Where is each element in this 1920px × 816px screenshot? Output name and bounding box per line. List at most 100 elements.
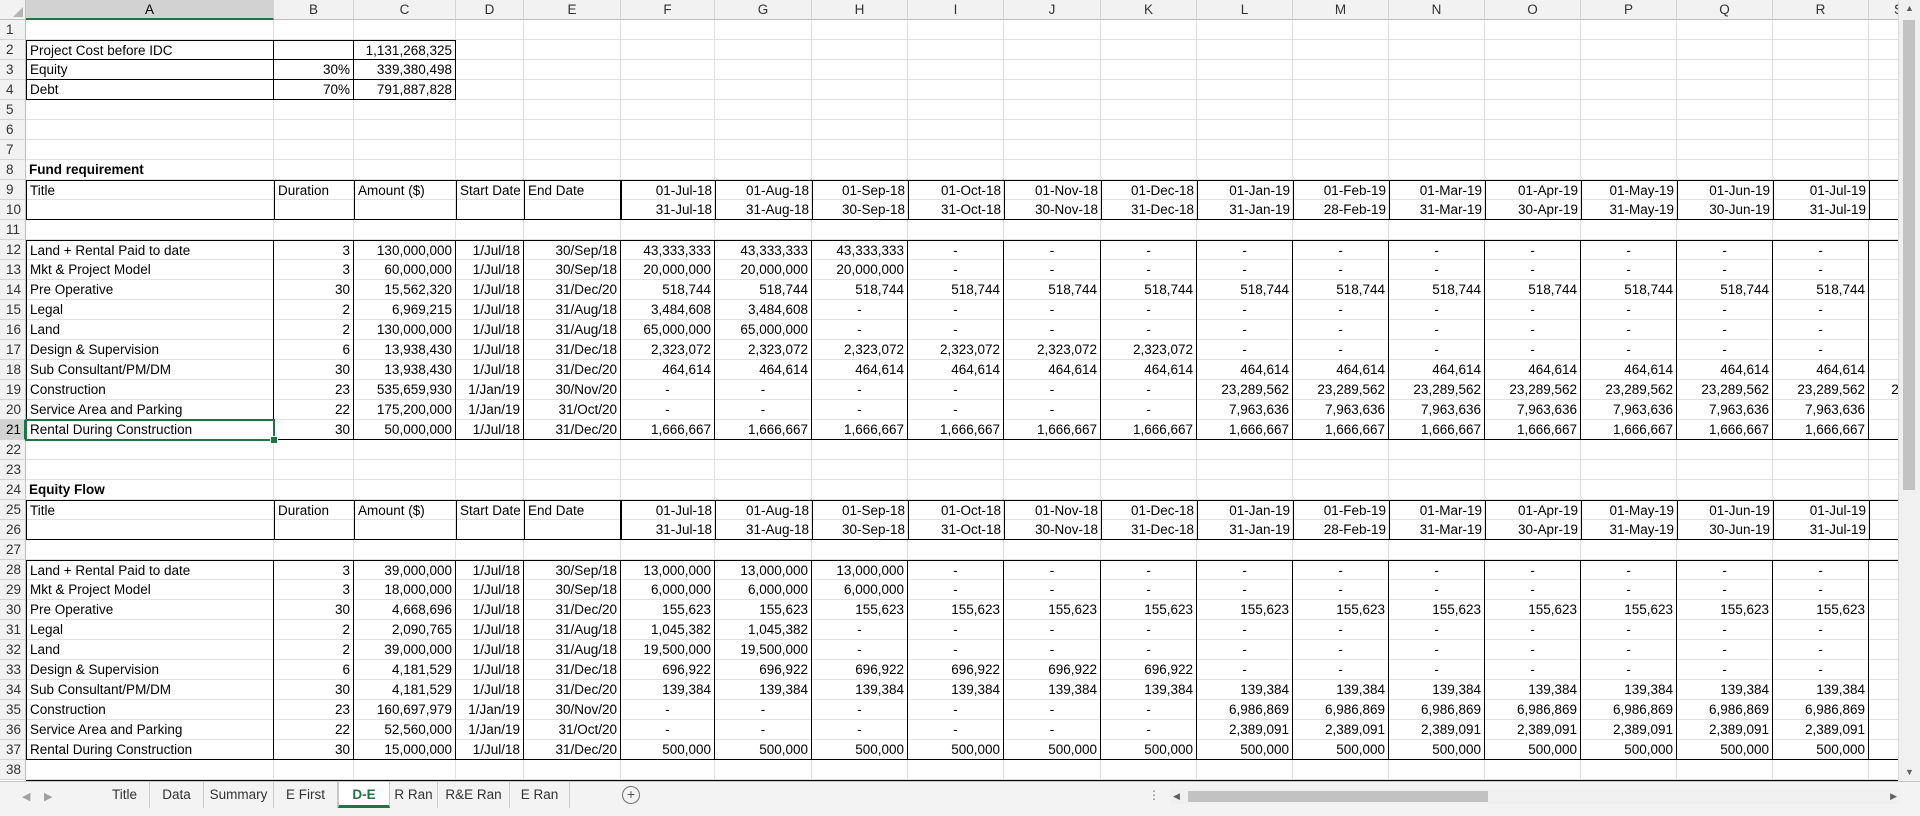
row-period-value[interactable]: 518,744 xyxy=(1004,280,1101,300)
row-period-value[interactable]: 464,614 xyxy=(1773,360,1869,380)
row-duration[interactable]: 30 xyxy=(274,280,354,300)
period-start[interactable]: 01-May-19 xyxy=(1581,180,1677,200)
row-start-date[interactable]: 1/Jan/19 xyxy=(456,700,524,720)
scroll-right-arrow-icon[interactable]: ▶ xyxy=(1890,789,1897,804)
row-period-value[interactable]: 155,623 xyxy=(621,600,715,620)
row-period-value[interactable]: 139,384 xyxy=(1004,680,1101,700)
row-header-31[interactable]: 31 xyxy=(0,620,26,640)
row-duration[interactable]: 6 xyxy=(274,660,354,680)
row-end-date[interactable]: 31/Dec/20 xyxy=(524,680,621,700)
period-end[interactable]: 30-Nov-18 xyxy=(1004,520,1101,540)
row-period-value[interactable]: 1,666,667 xyxy=(1677,420,1773,440)
row-period-value[interactable]: 155,623 xyxy=(1101,600,1197,620)
row-period-value[interactable]: 7,963,636 xyxy=(1485,400,1581,420)
period-end[interactable]: 31-Jul-18 xyxy=(621,520,715,540)
row-period-value[interactable]: 139,384 xyxy=(1197,680,1293,700)
period-start[interactable]: 01-Jul-19 xyxy=(1773,180,1869,200)
sheet-tab-data[interactable]: Data xyxy=(150,782,204,808)
period-end[interactable]: 30-Jun-19 xyxy=(1677,200,1773,220)
period-end[interactable]: 31-May-19 xyxy=(1581,200,1677,220)
period-start[interactable]: 01-May-19 xyxy=(1581,500,1677,520)
row-start-date[interactable]: 1/Jul/18 xyxy=(456,580,524,600)
row-period-value[interactable]: 46 xyxy=(1869,360,1898,380)
row-period-value[interactable]: 43,333,333 xyxy=(621,240,715,260)
row-period-value[interactable]: 43,333,333 xyxy=(715,240,812,260)
row-period-value[interactable]: - xyxy=(1389,320,1485,340)
row-period-value[interactable]: 6,986,869 xyxy=(1389,700,1485,720)
row-header-13[interactable]: 13 xyxy=(0,260,26,280)
row-header-19[interactable]: 19 xyxy=(0,380,26,400)
row-header-16[interactable]: 16 xyxy=(0,320,26,340)
period-end[interactable]: 31-Mar-19 xyxy=(1389,200,1485,220)
period-end[interactable]: 31-May-19 xyxy=(1581,520,1677,540)
period-end[interactable]: 31-Jul-18 xyxy=(621,200,715,220)
row-period-value[interactable]: - xyxy=(1773,320,1869,340)
row-amount[interactable]: 52,560,000 xyxy=(354,720,456,740)
row-amount[interactable]: 60,000,000 xyxy=(354,260,456,280)
row-title[interactable]: Pre Operative xyxy=(26,280,274,300)
period-end[interactable]: 31-Mar-19 xyxy=(1389,520,1485,540)
row-period-value[interactable]: 518,744 xyxy=(715,280,812,300)
row-period-value[interactable]: 518,744 xyxy=(908,280,1004,300)
row-period-value[interactable]: - xyxy=(1773,340,1869,360)
row-period-value[interactable]: 696,922 xyxy=(1101,660,1197,680)
row-period-value[interactable]: 155,623 xyxy=(1004,600,1101,620)
row-period-value[interactable]: - xyxy=(1004,720,1101,740)
row-period-value[interactable]: 23,289,562 xyxy=(1485,380,1581,400)
row-period-value[interactable] xyxy=(1869,260,1898,280)
row-header-11[interactable]: 11 xyxy=(0,220,26,240)
period-start[interactable]: 01-Oct-18 xyxy=(908,500,1004,520)
row-period-value[interactable]: 500,000 xyxy=(1293,740,1389,760)
row-period-value[interactable]: 500,000 xyxy=(812,740,908,760)
row-period-value[interactable]: - xyxy=(1581,240,1677,260)
column-header-n[interactable]: N xyxy=(1389,0,1485,20)
period-end[interactable]: 28-Feb-19 xyxy=(1293,200,1389,220)
row-end-date[interactable]: 31/Oct/20 xyxy=(524,720,621,740)
row-period-value[interactable]: - xyxy=(1677,620,1773,640)
row-amount[interactable]: 39,000,000 xyxy=(354,560,456,580)
row-end-date[interactable]: 31/Dec/20 xyxy=(524,600,621,620)
row-period-value[interactable] xyxy=(1869,560,1898,580)
row-period-value[interactable]: 139,384 xyxy=(1389,680,1485,700)
row-period-value[interactable]: 20,000,000 xyxy=(621,260,715,280)
row-period-value[interactable] xyxy=(1869,620,1898,640)
header-title[interactable]: Title xyxy=(26,180,274,200)
row-period-value[interactable]: - xyxy=(621,380,715,400)
row-period-value[interactable]: - xyxy=(908,580,1004,600)
header-end[interactable]: End Date xyxy=(524,180,621,200)
column-header-r[interactable]: R xyxy=(1773,0,1869,20)
row-title[interactable]: Design & Supervision xyxy=(26,340,274,360)
row-start-date[interactable]: 1/Jul/18 xyxy=(456,320,524,340)
row-start-date[interactable]: 1/Jan/19 xyxy=(456,400,524,420)
period-start[interactable]: 01-Sep-18 xyxy=(812,180,908,200)
row-period-value[interactable]: 500,000 xyxy=(1485,740,1581,760)
row-period-value[interactable]: - xyxy=(1389,260,1485,280)
row-period-value[interactable] xyxy=(1869,660,1898,680)
row-period-value[interactable]: - xyxy=(812,400,908,420)
row-period-value[interactable]: - xyxy=(1581,260,1677,280)
row-period-value[interactable]: 500,000 xyxy=(1773,740,1869,760)
row-period-value[interactable]: - xyxy=(812,640,908,660)
row-period-value[interactable]: 2,323,072 xyxy=(812,340,908,360)
period-start[interactable]: 01-Jul-19 xyxy=(1773,500,1869,520)
row-amount[interactable]: 535,659,930 xyxy=(354,380,456,400)
row-period-value[interactable]: 13,000,000 xyxy=(715,560,812,580)
header-end-cont[interactable] xyxy=(524,200,621,220)
row-period-value[interactable]: 464,614 xyxy=(908,360,1004,380)
row-period-value[interactable] xyxy=(1869,600,1898,620)
row-period-value[interactable]: - xyxy=(1101,240,1197,260)
row-period-value[interactable] xyxy=(1869,340,1898,360)
row-period-value[interactable]: - xyxy=(1581,640,1677,660)
row-period-value[interactable]: 2,389,091 xyxy=(1773,720,1869,740)
row-period-value[interactable]: - xyxy=(1101,720,1197,740)
row-period-value[interactable]: - xyxy=(812,320,908,340)
row-period-value[interactable]: 43,333,333 xyxy=(812,240,908,260)
row-start-date[interactable]: 1/Jul/18 xyxy=(456,300,524,320)
row-period-value[interactable]: - xyxy=(1101,380,1197,400)
period-start[interactable]: 01-Nov-18 xyxy=(1004,500,1101,520)
row-period-value[interactable]: - xyxy=(1389,340,1485,360)
summary-amount[interactable]: 791,887,828 xyxy=(354,80,456,100)
vertical-scrollbar[interactable]: ▲ ▼ xyxy=(1898,0,1920,781)
row-period-value[interactable]: - xyxy=(1677,580,1773,600)
row-amount[interactable]: 175,200,000 xyxy=(354,400,456,420)
